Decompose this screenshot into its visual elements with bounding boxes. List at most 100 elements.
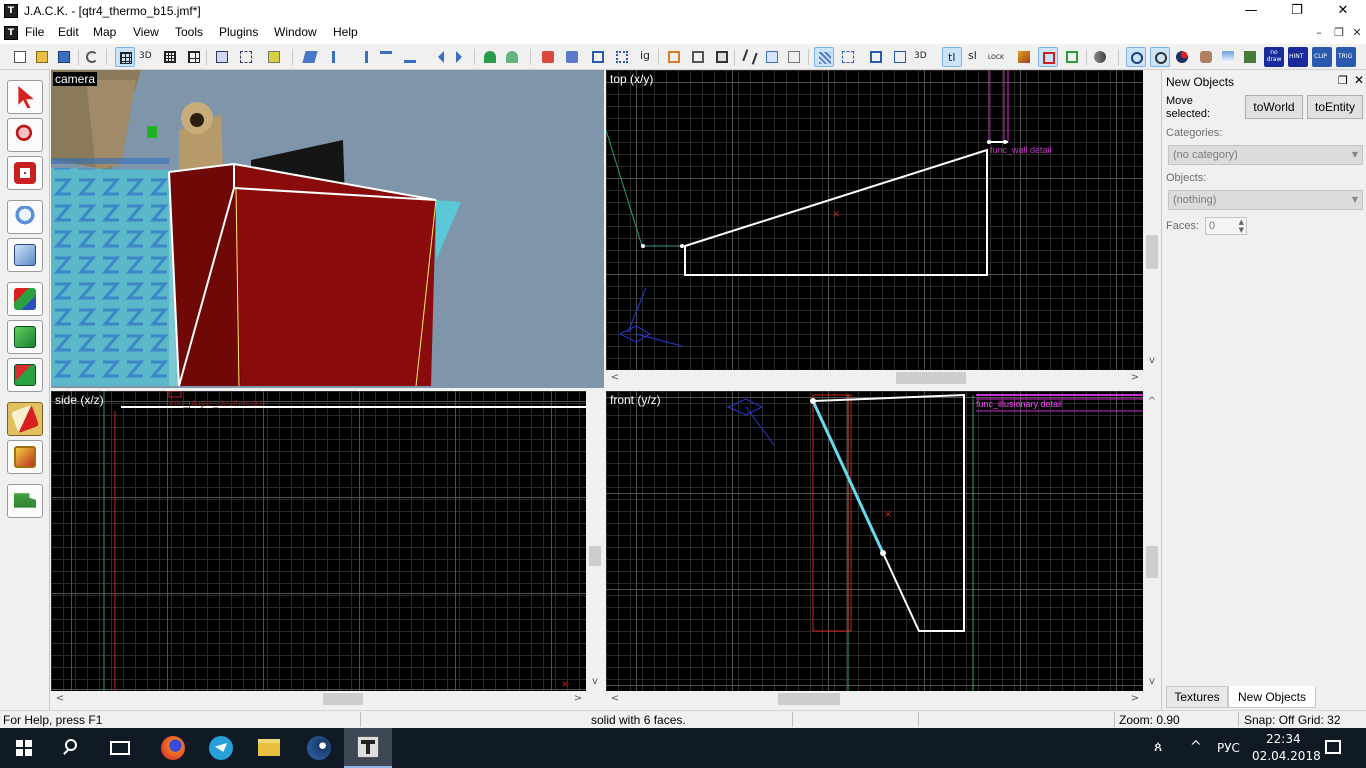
align-left-icon[interactable] (328, 47, 348, 67)
trigger-texture-button[interactable]: TRIG (1336, 47, 1356, 67)
app-icon[interactable]: T (4, 4, 18, 18)
side-viewport[interactable]: × info_player_deathmatch side (x/z) (51, 391, 586, 691)
path-tool-button[interactable] (7, 484, 43, 518)
to-world-icon[interactable] (688, 47, 708, 67)
texture-application-button[interactable] (7, 282, 43, 316)
circle-tool-icon[interactable] (1126, 47, 1146, 67)
restore-button[interactable]: ❐ (1274, 0, 1320, 22)
new-file-icon[interactable] (10, 47, 30, 67)
magnify-tool-button[interactable] (7, 118, 43, 152)
paint-icon[interactable] (1172, 47, 1192, 67)
panel-float-icon[interactable]: ❐ (1338, 74, 1348, 87)
align-bottom-icon[interactable] (400, 47, 420, 67)
minimize-button[interactable]: — (1228, 0, 1274, 22)
edge-tool-icon[interactable] (1062, 47, 1082, 67)
front-vscroll[interactable]: ^ v (1143, 391, 1161, 691)
search-button[interactable] (48, 728, 96, 768)
3d-select-label[interactable]: 3D (914, 51, 927, 61)
vertex-manipulation-button[interactable] (7, 440, 43, 474)
undo-icon[interactable] (82, 47, 102, 67)
flip-vertical-icon[interactable] (452, 47, 472, 67)
telegram-taskbar-button[interactable] (196, 728, 244, 768)
flip-horizontal-icon[interactable] (428, 47, 448, 67)
grid-toggle-icon[interactable] (115, 47, 135, 67)
toggle-group-ignore-icon[interactable] (264, 47, 284, 67)
to-world-button[interactable]: toWorld (1245, 95, 1303, 119)
menu-file[interactable]: File (25, 25, 44, 39)
copy-icon[interactable] (762, 47, 782, 67)
people-icon[interactable]: ጰ (1154, 739, 1162, 755)
scale-lock-label[interactable]: sl (968, 49, 977, 62)
mdi-restore-button[interactable]: ❐ (1330, 25, 1348, 41)
larger-grid-icon[interactable] (184, 47, 204, 67)
align-top-icon[interactable] (376, 47, 396, 67)
language-indicator[interactable]: РУС (1217, 741, 1240, 755)
align-right-icon[interactable] (352, 47, 372, 67)
group-icon[interactable] (212, 47, 232, 67)
texture-app-icon[interactable] (1218, 47, 1238, 67)
hide-selected-icon[interactable] (538, 47, 558, 67)
side-vscroll[interactable]: v (586, 391, 604, 691)
tray-expand-icon[interactable]: ^ (1190, 739, 1202, 755)
apply-current-texture-button[interactable] (7, 320, 43, 354)
hint-texture-button[interactable]: HINT (1288, 47, 1308, 67)
decal-icon[interactable] (1240, 47, 1260, 67)
chevron-down-icon[interactable]: v (1145, 354, 1159, 368)
clipping-tool-button[interactable] (7, 402, 43, 436)
to-entity-icon[interactable] (664, 47, 684, 67)
explorer-taskbar-button[interactable] (244, 728, 292, 768)
model-view-icon[interactable] (1196, 47, 1216, 67)
menu-plugins[interactable]: Plugins (219, 25, 258, 39)
chevron-right-icon[interactable]: > (1128, 692, 1142, 706)
lock-label[interactable]: LOCK (988, 54, 1004, 61)
clip-tool-icon[interactable] (1038, 47, 1058, 67)
side-hscroll[interactable]: < > (51, 691, 586, 707)
chevron-left-icon[interactable]: < (608, 371, 622, 385)
center-selection-icon[interactable] (612, 47, 632, 67)
jack-taskbar-button[interactable] (344, 728, 392, 768)
select-touching-icon[interactable] (890, 47, 910, 67)
open-file-icon[interactable] (32, 47, 52, 67)
document-icon[interactable]: T (4, 26, 18, 40)
camera-viewport[interactable]: camera (51, 70, 604, 388)
categories-select[interactable]: (no category) ▼ (1168, 145, 1363, 165)
menu-view[interactable]: View (133, 25, 159, 39)
solid-copy-icon[interactable] (712, 47, 732, 67)
ignore-groups-label[interactable]: ig (640, 49, 650, 62)
chevron-down-icon[interactable]: v (588, 675, 602, 689)
run-map-icon[interactable] (1090, 47, 1110, 67)
paste-icon[interactable] (784, 47, 804, 67)
front-hscroll[interactable]: < > (606, 691, 1143, 707)
chevron-left-icon[interactable]: < (53, 692, 67, 706)
chevron-right-icon[interactable]: > (1128, 371, 1142, 385)
zoom-fit-icon[interactable] (588, 47, 608, 67)
block-tool-button[interactable] (7, 238, 43, 272)
notification-icon[interactable] (1325, 740, 1341, 754)
select-all-icon[interactable] (866, 47, 886, 67)
texture-scale-lock-icon[interactable] (502, 47, 522, 67)
top-viewport[interactable]: × func_wall detail top (x/y) (606, 70, 1143, 370)
wireframe-view-icon[interactable] (814, 47, 834, 67)
selection-box-icon[interactable] (838, 47, 858, 67)
menu-tools[interactable]: Tools (175, 25, 203, 39)
save-file-icon[interactable] (54, 47, 74, 67)
hide-unselected-icon[interactable] (562, 47, 582, 67)
objects-select[interactable]: (nothing) ▼ (1168, 190, 1363, 210)
clock-time[interactable]: 22:34 (1266, 732, 1301, 746)
camera-tool-button[interactable] (7, 156, 43, 190)
texture-lock-toggle[interactable]: tl (942, 47, 962, 67)
steam-taskbar-button[interactable] (294, 728, 342, 768)
start-button[interactable] (0, 728, 48, 768)
chevron-up-icon[interactable]: ^ (1145, 395, 1159, 409)
clip-texture-button[interactable]: CLIP (1312, 47, 1332, 67)
selection-tool-button[interactable] (7, 80, 43, 114)
menu-window[interactable]: Window (274, 25, 317, 39)
nodraw-texture-button[interactable]: no draw (1264, 47, 1284, 67)
tab-new-objects[interactable]: New Objects (1228, 686, 1316, 708)
smaller-grid-icon[interactable] (160, 47, 180, 67)
ungroup-icon[interactable] (236, 47, 256, 67)
chevron-left-icon[interactable]: < (608, 692, 622, 706)
to-entity-button[interactable]: toEntity (1307, 95, 1363, 119)
3d-grid-label[interactable]: 3D (139, 51, 152, 61)
close-button[interactable]: ✕ (1320, 0, 1366, 22)
